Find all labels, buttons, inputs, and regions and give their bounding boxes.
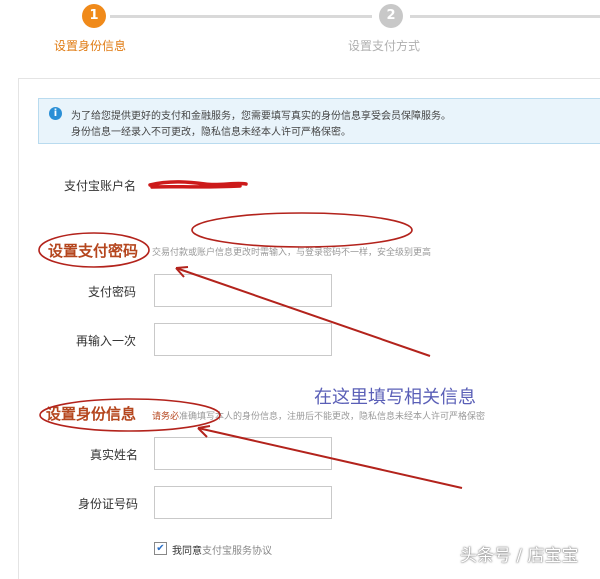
account-redaction-scribble bbox=[148, 180, 248, 189]
annotation-overlay bbox=[38, 180, 463, 489]
handwritten-annotation: 在这里填写相关信息 bbox=[314, 387, 476, 408]
identity-title-ellipse bbox=[39, 398, 221, 432]
arrow-line-lower bbox=[197, 427, 463, 489]
hint-ellipse bbox=[191, 212, 413, 248]
arrow-line-upper bbox=[175, 267, 431, 357]
watermark: 头条号 / 店宝宝 bbox=[460, 546, 579, 566]
password-title-ellipse bbox=[38, 232, 150, 268]
arrow-head-lower bbox=[197, 425, 211, 438]
